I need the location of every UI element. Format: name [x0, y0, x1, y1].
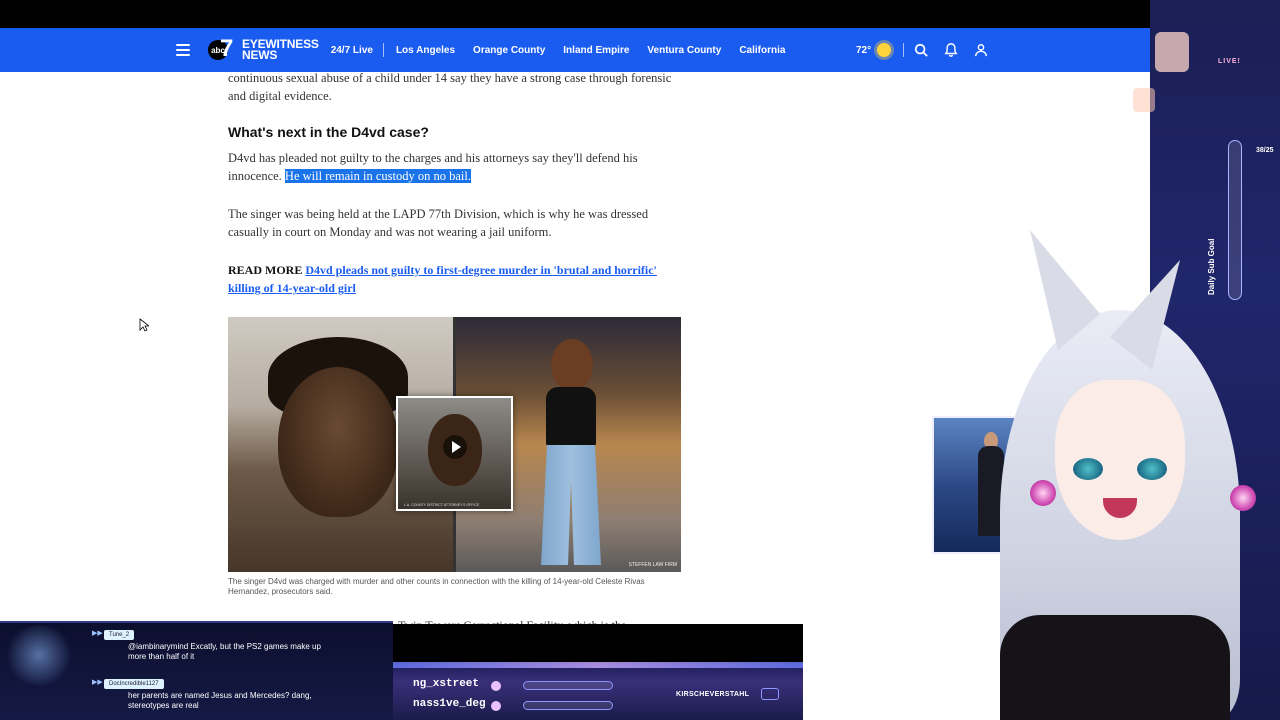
chat-text: her parents are named Jesus and Mercedes…	[128, 691, 312, 710]
article-paragraph-2: The singer was being held at the LAPD 77…	[228, 207, 649, 239]
avatar-mouth	[1103, 498, 1137, 518]
stream-chat-overlay: ▶▶ Tune_2 @iambinarymind Excatly, but th…	[0, 621, 393, 720]
read-more-block: READ MORE D4vd pleads not guilty to firs…	[228, 261, 684, 297]
flower-decoration	[1030, 480, 1056, 506]
avatar-eye-right	[1137, 458, 1167, 480]
read-more-label: READ MORE	[228, 263, 303, 277]
flower-decoration	[1230, 485, 1256, 511]
ticker-line-2: nass1ve_deg	[413, 698, 486, 710]
vtuber-avatar	[960, 230, 1260, 720]
logo-line-2: NEWS	[242, 48, 278, 62]
lantern-decoration	[1155, 32, 1189, 72]
article-paragraph-1: D4vd has pleaded not guilty to the charg…	[228, 149, 684, 185]
nav-link-orange-county[interactable]: Orange County	[473, 45, 545, 56]
browser-top-strip	[0, 0, 1280, 28]
logo-wordmark: EYEWITNESS NEWS	[242, 38, 319, 62]
chat-message: ▶▶ DocIncredible1127 her parents are nam…	[92, 678, 322, 711]
chat-icon	[761, 688, 779, 700]
section-heading: What's next in the D4vd case?	[228, 124, 429, 140]
photo-credit: STEFFEN LAW FIRM	[628, 562, 677, 568]
play-icon[interactable]	[443, 435, 467, 459]
chat-message: ▶▶ Tune_2 @iambinarymind Excatly, but th…	[92, 629, 322, 662]
channel-name: KIRSCHEVERSTAHL	[676, 691, 750, 698]
nav-link-california[interactable]: California	[739, 45, 785, 56]
chat-arrow-icon: ▶▶	[92, 679, 103, 686]
progress-bar	[523, 681, 613, 690]
user-icon[interactable]	[966, 38, 996, 62]
sub-goal-count: 38/25	[1256, 147, 1274, 154]
nav-link-inland-empire[interactable]: Inland Empire	[563, 45, 629, 56]
stream-bottom-bar: ng_xstreet nass1ve_deg KIRSCHEVERSTAHL	[393, 624, 803, 720]
chat-username: DocIncredible1127	[104, 679, 164, 689]
highlighted-sentence[interactable]: He will remain in custody on no bail.	[284, 169, 471, 183]
mugshot-caption: L.A. COUNTY DISTRICT ATTORNEY'S OFFICE	[404, 503, 480, 507]
nav-right: 72°	[856, 28, 996, 72]
bell-icon[interactable]	[936, 38, 966, 62]
chat-arrow-icon: ▶▶	[92, 630, 103, 637]
avatar-eye-left	[1073, 458, 1103, 480]
nav-link-los-angeles[interactable]: Los Angeles	[396, 45, 455, 56]
nav-separator-right	[903, 43, 905, 57]
heart-icon	[491, 701, 501, 711]
chat-username: Tune_2	[104, 630, 135, 640]
lantern-decoration-small	[1133, 88, 1155, 112]
nav-separator	[382, 43, 384, 57]
heart-icon	[491, 681, 501, 691]
site-navbar: abc 7 EYEWITNESS NEWS 24/7 Live Los Ange…	[0, 28, 1280, 72]
sun-icon[interactable]	[877, 43, 892, 57]
victim-photo-top	[546, 387, 596, 447]
victim-photo-jeans	[541, 445, 601, 565]
nav-left: abc 7 EYEWITNESS NEWS 24/7 Live Los Ange…	[176, 28, 803, 72]
chat-text: @iambinarymind Excatly, but the PS2 game…	[128, 642, 321, 661]
abc7-logo-mark: abc 7	[208, 35, 242, 63]
weather-temperature[interactable]: 72°	[856, 45, 871, 56]
victim-photo-head	[551, 339, 593, 391]
article-body: continuous sexual abuse of a child under…	[228, 71, 684, 297]
logo-seven: 7	[220, 35, 234, 62]
avatar-face	[1055, 380, 1185, 540]
mouse-cursor-icon	[139, 318, 149, 332]
bottom-bar-glow	[393, 662, 803, 668]
media-caption: The singer D4vd was charged with murder …	[228, 577, 645, 596]
abc7-logo[interactable]: abc 7 EYEWITNESS NEWS	[208, 35, 319, 63]
menu-icon[interactable]	[176, 44, 190, 56]
nav-link-ventura-county[interactable]: Ventura County	[647, 45, 721, 56]
article-video-thumbnail[interactable]: STEFFEN LAW FIRM L.A. COUNTY DISTRICT AT…	[228, 317, 681, 572]
ticker-line-1: ng_xstreet	[413, 678, 480, 690]
live-label: LIVE!	[1218, 58, 1241, 65]
mugshot-photo: L.A. COUNTY DISTRICT ATTORNEY'S OFFICE	[396, 396, 513, 511]
progress-bar	[523, 701, 613, 710]
search-icon[interactable]	[906, 38, 936, 62]
chat-decoration	[4, 625, 74, 685]
avatar-body	[1000, 615, 1230, 720]
nav-link-247-live[interactable]: 24/7 Live	[331, 45, 373, 56]
article-intro-paragraph: continuous sexual abuse of a child under…	[228, 71, 672, 103]
court-photo-face	[278, 367, 398, 517]
